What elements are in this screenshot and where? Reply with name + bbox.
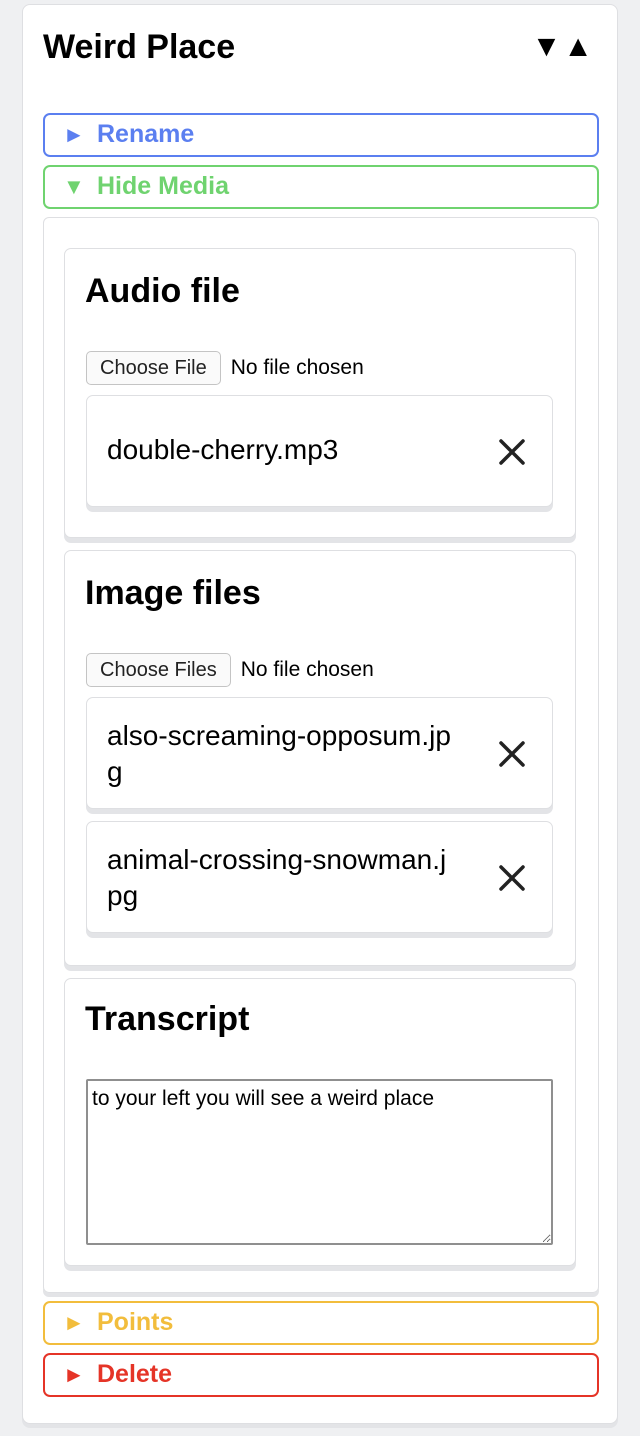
close-icon[interactable] xyxy=(496,738,528,770)
place-title: Weird Place xyxy=(43,28,236,66)
points-label: Points xyxy=(97,1308,174,1336)
choose-audio-button[interactable]: Choose File xyxy=(86,351,221,385)
transcript-heading: Transcript xyxy=(85,1000,250,1038)
reorder-controls: ▼▲ xyxy=(532,29,595,65)
rename-toggle[interactable]: ► Rename xyxy=(43,113,599,157)
delete-label: Delete xyxy=(97,1360,173,1388)
close-icon[interactable] xyxy=(496,862,528,894)
choose-images-button[interactable]: Choose Files xyxy=(86,653,231,687)
image-file-item: also-screaming-opposum.jpg xyxy=(86,697,553,809)
delete-toggle[interactable]: ► Delete xyxy=(43,1353,599,1397)
image-file-name: also-screaming-opposum.jpg xyxy=(107,720,451,787)
audio-file-item: double-cherry.mp3 xyxy=(86,395,553,507)
hide-media-label: Hide Media xyxy=(97,172,229,200)
expand-triangle-icon: ► xyxy=(63,1310,85,1335)
audio-card: Audio file Choose File No file chosen do… xyxy=(64,248,576,538)
place-header: Weird Place ▼▲ xyxy=(43,27,595,71)
audio-heading: Audio file xyxy=(85,272,240,310)
transcript-textarea[interactable]: to your left you will see a weird place xyxy=(86,1079,553,1245)
media-section: Audio file Choose File No file chosen do… xyxy=(43,217,599,1293)
image-heading: Image files xyxy=(85,574,261,612)
image-status: No file chosen xyxy=(240,658,374,681)
image-file-picker: Choose Files No file chosen xyxy=(86,653,374,687)
move-down-icon[interactable]: ▼ xyxy=(532,30,564,63)
expand-triangle-icon: ► xyxy=(63,1362,85,1387)
image-card: Image files Choose Files No file chosen … xyxy=(64,550,576,966)
image-file-name: animal-crossing-snowman.jpg xyxy=(107,844,447,911)
rename-label: Rename xyxy=(97,120,195,148)
transcript-card: Transcript to your left you will see a w… xyxy=(64,978,576,1266)
place-panel: Weird Place ▼▲ ► Rename ▼ Hide Media Audio… xyxy=(22,4,618,1424)
close-icon[interactable] xyxy=(496,436,528,468)
audio-file-picker: Choose File No file chosen xyxy=(86,351,364,385)
points-toggle[interactable]: ► Points xyxy=(43,1301,599,1345)
audio-file-name: double-cherry.mp3 xyxy=(107,434,339,465)
expand-triangle-icon: ► xyxy=(63,122,85,147)
collapse-triangle-icon: ▼ xyxy=(63,174,85,199)
audio-status: No file chosen xyxy=(230,356,364,379)
move-up-icon[interactable]: ▲ xyxy=(563,30,595,63)
hide-media-toggle[interactable]: ▼ Hide Media xyxy=(43,165,599,209)
image-file-item: animal-crossing-snowman.jpg xyxy=(86,821,553,933)
